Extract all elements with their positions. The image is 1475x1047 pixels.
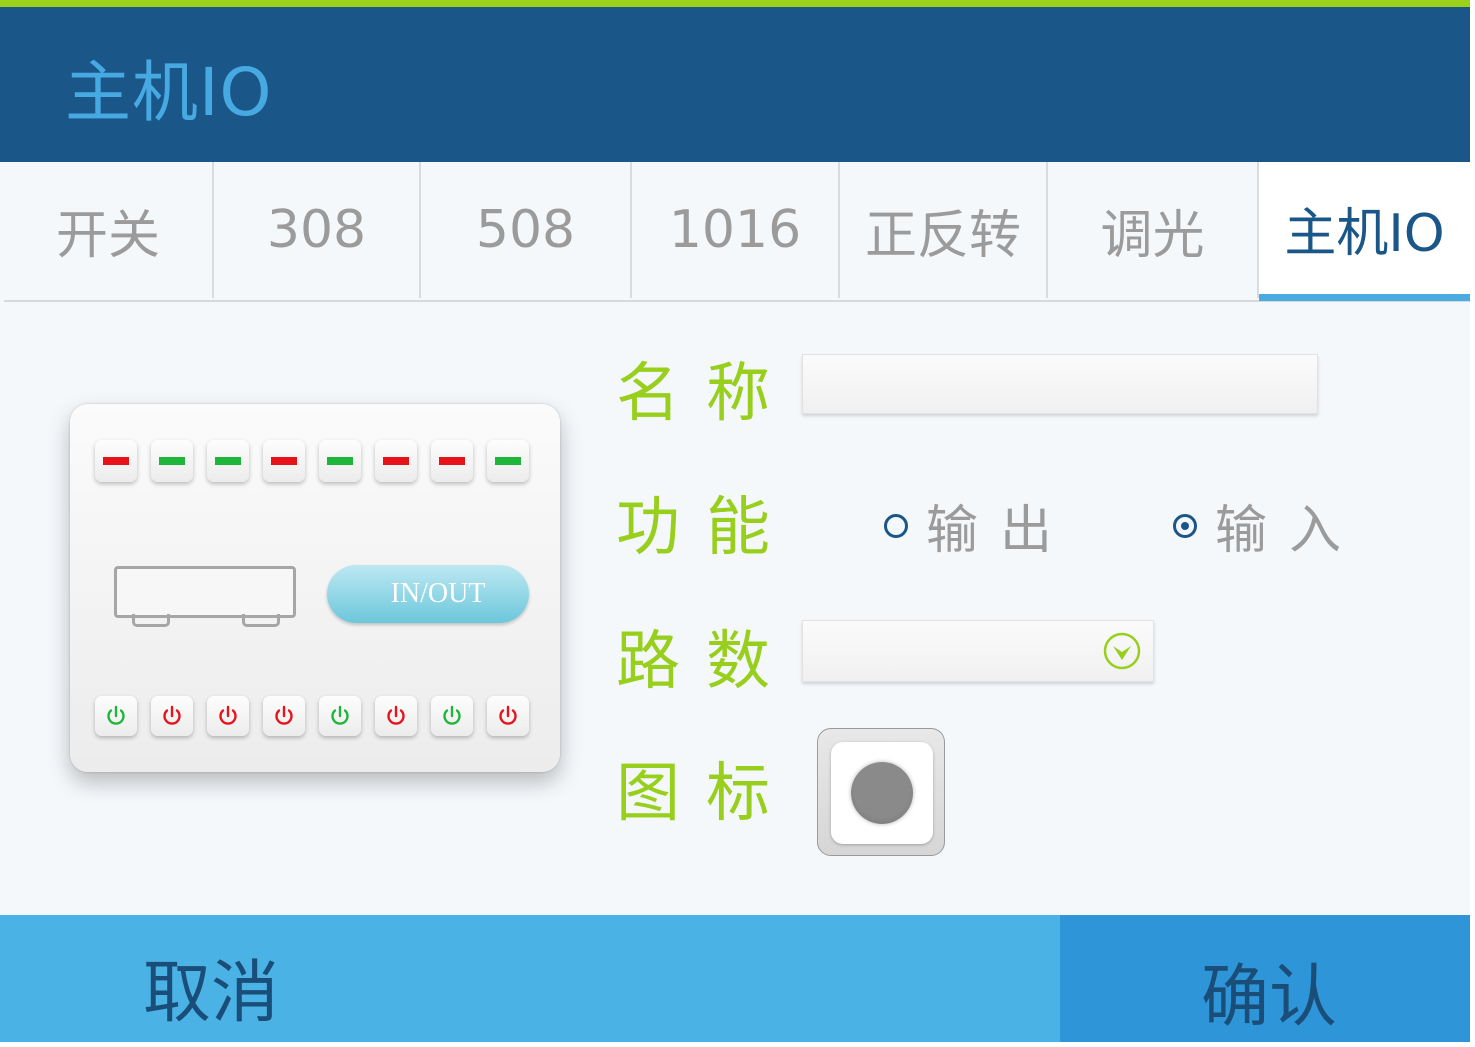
radio-unchecked-icon [884,513,908,538]
device-screen-foot [132,614,170,627]
power-icon[interactable] [207,696,249,736]
power-icon[interactable] [95,696,137,736]
icon-preview [831,742,933,844]
host-io-device-illustration: IN/OUT [70,404,560,772]
radio-output[interactable]: 输出 [884,488,1074,563]
radio-input-label: 输入 [1215,501,1364,561]
right-edge [1470,0,1475,1047]
power-icon[interactable] [431,696,473,736]
page-title: 主机IO [65,54,273,131]
tab-bar: 开关 308 508 1016 正反转 调光 主机IO [4,162,1470,302]
name-input[interactable] [802,354,1318,414]
led-indicator [151,440,193,482]
power-icon[interactable] [263,696,305,736]
radio-checked-icon [1173,513,1197,538]
tab-forward-reverse[interactable]: 正反转 [840,162,1048,298]
chevron-down-icon [1103,632,1141,674]
power-icon[interactable] [375,696,417,736]
led-indicator [375,440,417,482]
content-panel: IN/OUT 名称 功能 输出 输入 路数 图标 [4,302,1470,914]
tab-308[interactable]: 308 [214,162,421,298]
tab-dimming[interactable]: 调光 [1048,162,1259,298]
name-label: 名称 [616,357,796,431]
led-indicator [207,440,249,482]
led-indicator [487,440,529,482]
icon-picker[interactable] [817,728,945,856]
tab-1016[interactable]: 1016 [632,162,840,298]
tab-host-io[interactable]: 主机IO [1259,162,1470,301]
led-indicator [431,440,473,482]
confirm-button-label: 确认 [1201,958,1338,1037]
led-indicator [263,440,305,482]
cancel-button-label: 取消 [143,954,280,1033]
top-accent-line [0,0,1475,7]
led-indicator [95,440,137,482]
radio-input[interactable]: 输入 [1173,488,1363,563]
function-label: 功能 [616,491,796,565]
device-screen [114,566,296,618]
tab-switch[interactable]: 开关 [4,162,214,298]
power-icon[interactable] [151,696,193,736]
radio-output-label: 输出 [926,501,1075,561]
confirm-button[interactable]: 确认 [1060,915,1470,1042]
channels-dropdown[interactable] [802,620,1154,682]
channels-label: 路数 [616,625,796,699]
bottom-edge [0,1042,1475,1047]
cancel-button[interactable]: 取消 [0,915,1060,1042]
in-out-button[interactable]: IN/OUT [327,565,529,623]
device-screen-foot [242,614,280,627]
icon-label: 图标 [616,757,796,831]
power-icon[interactable] [319,696,361,736]
power-icon[interactable] [487,696,529,736]
header-bar: 主机IO [0,7,1470,162]
tab-508[interactable]: 508 [421,162,632,298]
circle-icon [851,762,913,824]
led-indicator [319,440,361,482]
